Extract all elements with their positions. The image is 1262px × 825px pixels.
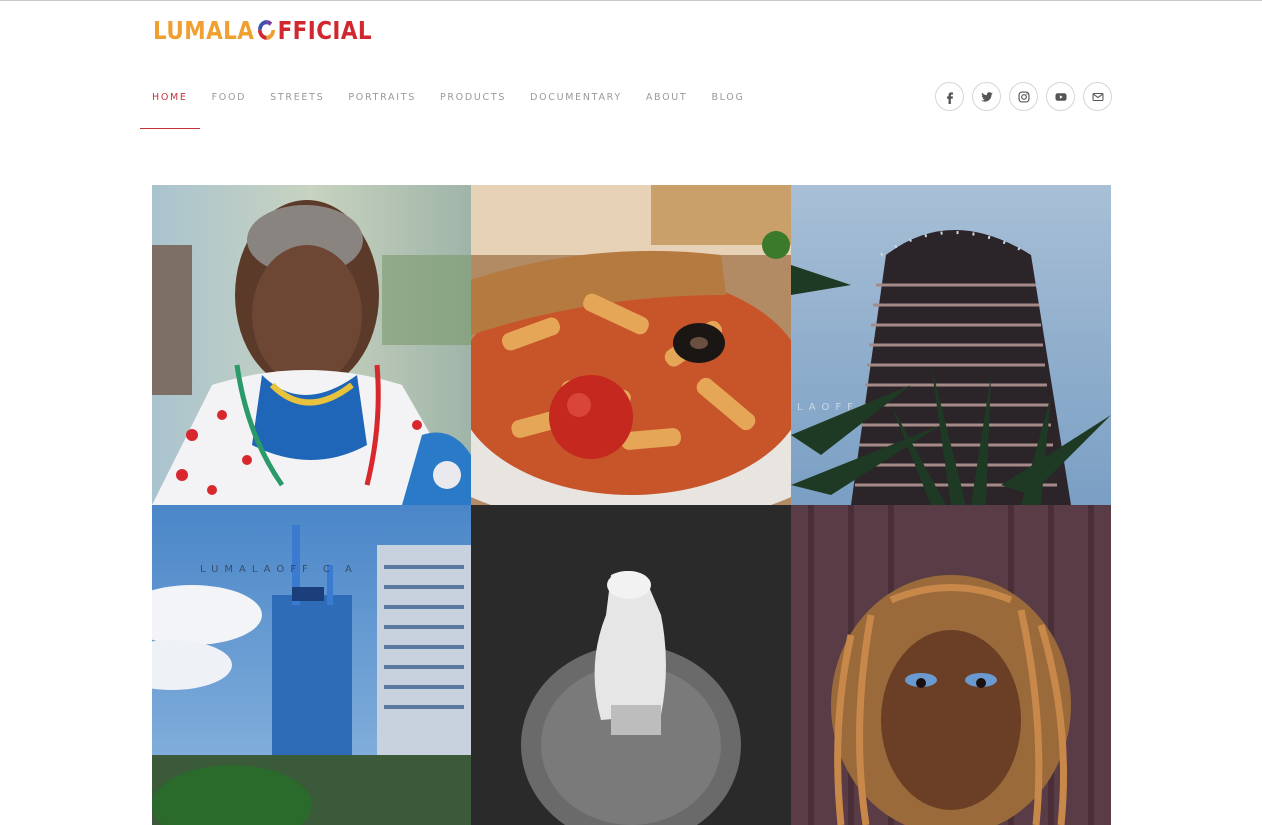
logo-text-lumala: LUMALA xyxy=(153,15,255,45)
nav-item-documentary[interactable]: DOCUMENTARY xyxy=(518,82,634,129)
tower-image: LAOFF xyxy=(791,185,1111,505)
nav-item-products[interactable]: PRODUCTS xyxy=(428,82,518,129)
nav-item-home[interactable]: HOME xyxy=(140,82,200,129)
gallery-tile-pasta[interactable] xyxy=(471,185,791,505)
youtube-link[interactable] xyxy=(1046,82,1075,111)
youtube-icon xyxy=(1054,92,1067,101)
mail-link[interactable] xyxy=(1083,82,1112,111)
instagram-icon xyxy=(1017,90,1030,103)
nav-item-streets[interactable]: STREETS xyxy=(258,82,336,129)
twitter-link[interactable] xyxy=(972,82,1001,111)
prayer-image xyxy=(471,505,791,825)
social-links xyxy=(935,82,1112,111)
logo-text-official: FFICIAL xyxy=(277,15,373,45)
instagram-link[interactable] xyxy=(1009,82,1038,111)
pasta-image xyxy=(471,185,791,505)
gallery-tile-portrait-woman[interactable] xyxy=(791,505,1111,825)
twitter-icon xyxy=(980,91,993,102)
woman-portrait-image xyxy=(791,505,1111,825)
nav-item-portraits[interactable]: PORTRAITS xyxy=(336,82,428,129)
logo-ring-icon xyxy=(257,20,275,40)
nav-item-blog[interactable]: BLOG xyxy=(699,82,756,129)
nav-item-about[interactable]: ABOUT xyxy=(634,82,700,129)
tower-watermark: LAOFF xyxy=(797,402,859,413)
mail-icon xyxy=(1092,92,1103,101)
main-nav: HOME FOOD STREETS PORTRAITS PRODUCTS DOC… xyxy=(140,82,757,129)
gallery-tile-prayer[interactable] xyxy=(471,505,791,825)
facebook-link[interactable] xyxy=(935,82,964,111)
skyline-image: LUMALAOFF C A xyxy=(152,505,471,825)
nav-item-food[interactable]: FOOD xyxy=(200,82,259,129)
skyline-watermark: LUMALAOFF C A xyxy=(200,564,358,575)
gallery-tile-skyline[interactable]: LUMALAOFF C A xyxy=(152,505,471,825)
facebook-icon xyxy=(946,91,953,104)
top-border xyxy=(0,0,1262,1)
gallery-tile-maasai-elder[interactable] xyxy=(152,185,471,505)
gallery-tile-kicc-tower[interactable]: LAOFF xyxy=(791,185,1111,505)
elder-portrait-image xyxy=(152,185,471,505)
site-logo[interactable]: LUMALA FFICIAL xyxy=(153,14,372,46)
photo-gallery: LAOFF LUMALAOFF C A xyxy=(152,185,1111,825)
